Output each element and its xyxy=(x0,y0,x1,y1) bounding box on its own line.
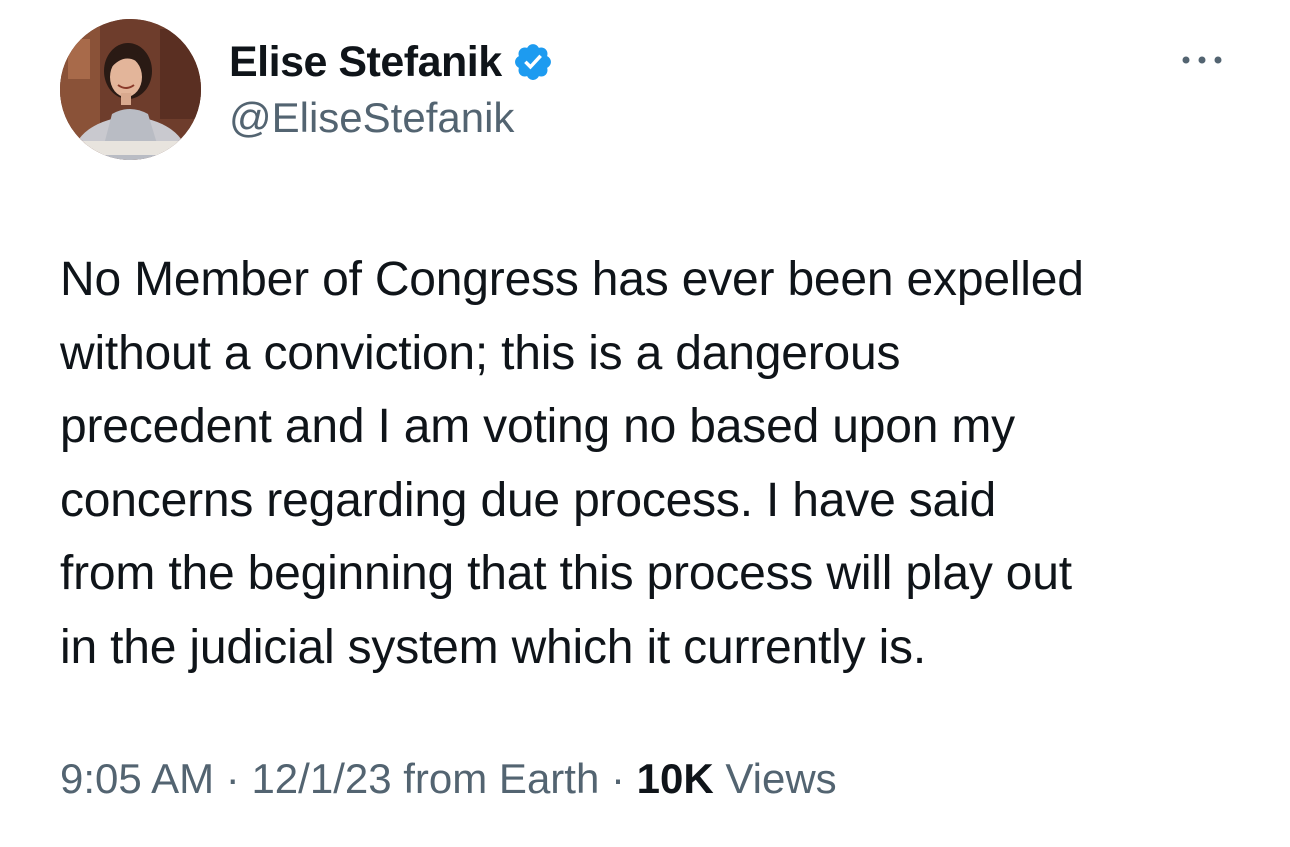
tweet-source: from Earth xyxy=(403,755,600,802)
tweet-date[interactable]: 12/1/23 xyxy=(251,755,391,802)
tweet-text-line: without a conviction; this is a dangerou… xyxy=(60,326,901,380)
verified-badge-icon[interactable] xyxy=(512,41,554,83)
display-name[interactable]: Elise Stefanik xyxy=(229,38,502,87)
more-horizontal-icon[interactable] xyxy=(1178,50,1226,70)
tweet-text-line: No Member of Congress has ever been expe… xyxy=(60,253,1084,306)
handle[interactable]: @EliseStefanik xyxy=(229,94,554,142)
tweet-text-line: precedent and I am voting no based upon … xyxy=(60,400,1015,453)
tweet-text-line: concerns regarding due process. I have s… xyxy=(60,473,996,527)
tweet-meta: 9:05 AM · 12/1/23 from Earth · 10K Views xyxy=(60,755,837,803)
avatar-image xyxy=(60,19,201,160)
meta-separator: · xyxy=(225,755,240,802)
tweet-card: Elise Stefanik @EliseStefanik No Member … xyxy=(0,0,1290,847)
views-label[interactable]: Views xyxy=(725,755,836,802)
tweet-text-line: in the judicial system which it currentl… xyxy=(60,620,926,674)
tweet-text-line: from the beginning that this process wil… xyxy=(60,547,1072,600)
tweet-time[interactable]: 9:05 AM xyxy=(60,755,214,802)
name-row: Elise Stefanik xyxy=(229,36,554,88)
avatar[interactable] xyxy=(60,19,201,160)
author-block: Elise Stefanik @EliseStefanik xyxy=(229,36,554,142)
views-count[interactable]: 10K xyxy=(637,755,714,802)
meta-separator: · xyxy=(611,755,625,802)
tweet-text: No Member of Congress has ever been expe… xyxy=(60,243,1250,684)
